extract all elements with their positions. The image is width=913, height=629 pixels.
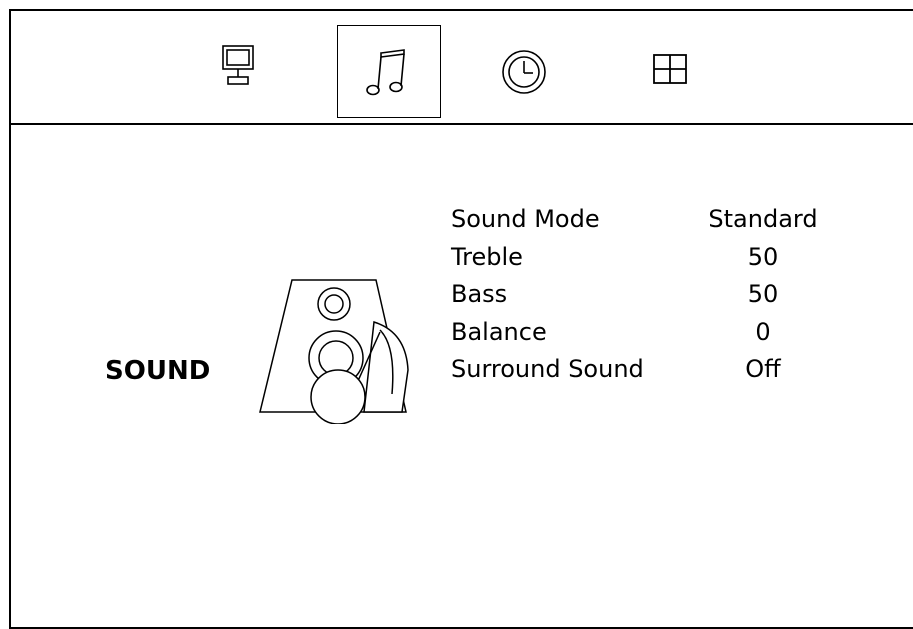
tab-bar-divider	[9, 123, 913, 125]
setting-row-treble[interactable]: Treble 50	[451, 238, 851, 276]
setting-label: Surround Sound	[451, 355, 644, 383]
setting-row-sound-mode[interactable]: Sound Mode Standard	[451, 200, 851, 238]
grid-icon	[652, 53, 690, 91]
setting-row-balance[interactable]: Balance 0	[451, 313, 851, 351]
setting-value: Standard	[708, 205, 818, 233]
tab-setup[interactable]	[652, 53, 690, 91]
setting-label: Sound Mode	[451, 205, 600, 233]
tab-picture[interactable]	[218, 44, 260, 92]
setting-label: Balance	[451, 317, 547, 346]
setting-value: Off	[745, 355, 781, 383]
setting-row-bass[interactable]: Bass 50	[451, 275, 851, 313]
setting-label: Bass	[451, 280, 508, 308]
monitor-icon	[218, 44, 260, 92]
tab-time[interactable]	[499, 47, 553, 101]
setting-label: Treble	[451, 242, 523, 271]
tab-sound[interactable]	[337, 25, 441, 118]
setting-row-surround-sound[interactable]: Surround Sound Off	[451, 350, 851, 388]
sound-settings-list: Sound Mode Standard Treble 50 Bass 50 Ba…	[451, 200, 851, 388]
speaker-icon	[256, 274, 424, 428]
clock-icon	[499, 47, 553, 101]
setting-value: 0	[755, 317, 771, 346]
setting-value: 50	[747, 280, 779, 308]
section-title: SOUND	[105, 356, 211, 386]
setting-value: 50	[747, 242, 779, 271]
music-note-icon	[364, 46, 414, 100]
